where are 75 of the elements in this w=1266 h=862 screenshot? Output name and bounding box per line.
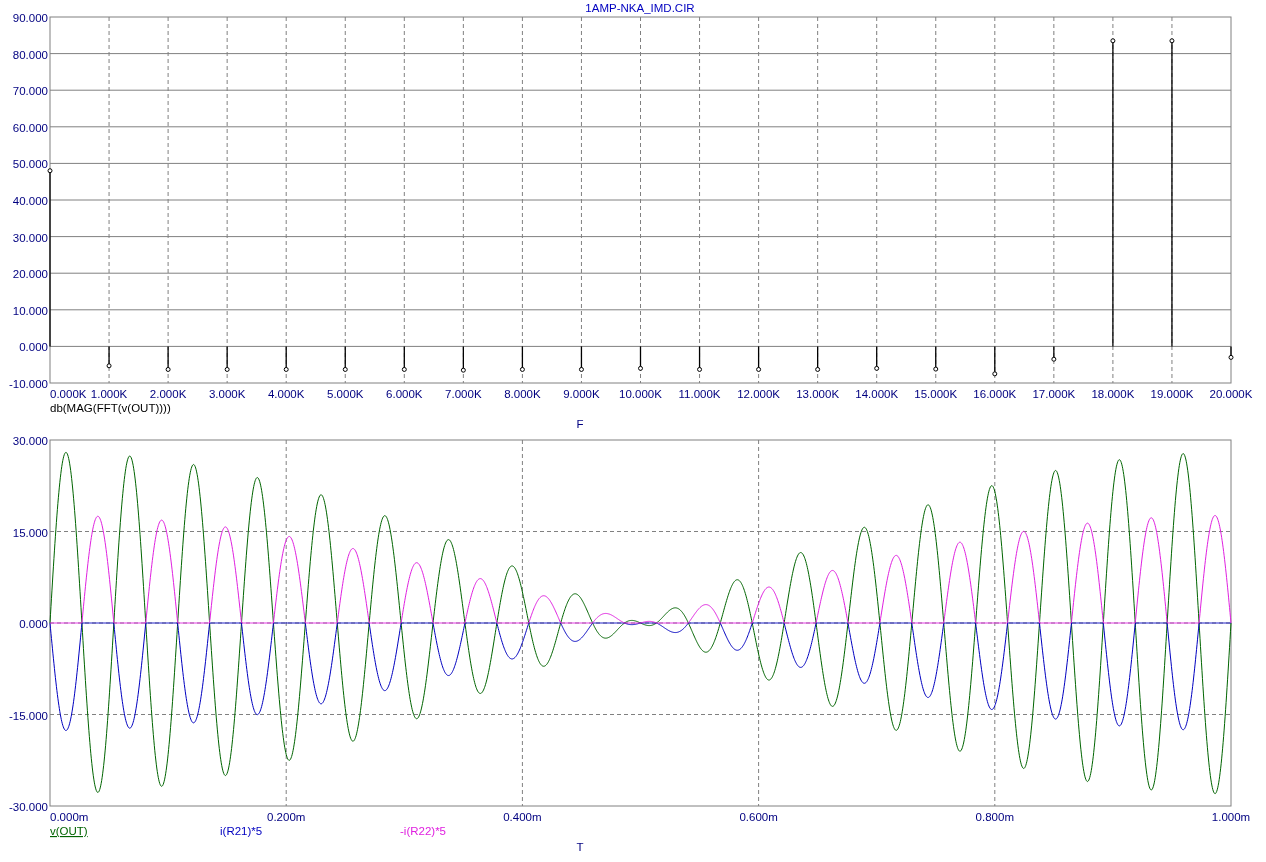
axis-tick-label: 0.600m [739,811,778,823]
axis-tick-label: 4.000K [267,388,305,400]
data-point [1228,354,1234,360]
axis-tick-label: -15.000 [9,709,48,722]
legend-label: -i(R22)*5 [400,825,446,837]
axis-tick-label: 11.000K [678,388,721,400]
axis-tick-label: 9.000K [563,388,600,400]
axis-tick-label: 70.000 [12,85,48,98]
data-point [933,366,939,372]
axis-tick-label: 20.000K [1209,388,1253,400]
axis-tick-label: 14.000K [855,388,899,400]
axis-tick-label: 2.000K [149,388,187,400]
axis-tick-label: 13.000K [796,388,840,400]
axis-tick-label: 19.000K [1150,388,1194,400]
axis-tick-label: 0.000K [50,388,87,400]
axis-tick-label: 16.000K [973,388,1017,400]
data-point [224,366,230,372]
data-point [992,371,998,377]
chart-title: 1AMP-NKA_IMD.CIR [585,2,695,14]
stem-line [462,345,464,371]
stem-line [876,345,878,369]
axis-tick-label: 60.000 [12,121,48,134]
data-point [874,365,880,371]
axis-tick-label: 40.000 [12,195,48,207]
data-point [106,363,112,369]
axis-tick-label: 6.000K [386,388,423,400]
axis-tick-label: 17.000K [1032,388,1076,400]
axis-tick-label: 18.000K [1091,388,1135,400]
axis-tick-label: 0.000 [19,618,48,630]
data-point [519,366,525,372]
axis-tick-label: 30.000 [12,435,48,447]
axis-tick-label: 8.000K [504,388,541,400]
axis-tick-label: 50.000 [12,158,48,171]
axis-tick-label: 0.200m [267,811,306,823]
axis-tick-label: 0.000 [19,341,48,354]
axis-tick-label: 30.000 [12,231,48,244]
data-point [165,366,171,372]
axis-title: T [576,841,584,853]
axis-tick-label: 15.000K [914,388,958,400]
data-point [578,366,584,372]
axis-tick-label: 15.000 [12,526,48,539]
data-point [815,366,821,372]
data-point [47,168,53,174]
data-point [697,366,703,372]
axis-tick-label: 0.400m [503,811,542,823]
data-point [1110,38,1116,44]
data-point [638,365,643,371]
legend-label: db(MAG(FFT(v(OUT)))) [50,402,171,414]
data-point [283,366,289,372]
axis-tick-label: 7.000K [445,388,482,400]
data-point [401,366,407,372]
data-point [1169,38,1175,44]
axis-tick-label: 10.000 [12,304,48,317]
axis-tick-label: -30.000 [9,801,48,813]
axis-tick-label: 12.000K [737,388,781,400]
axis-tick-label: 3.000K [208,388,246,400]
data-point [342,366,348,372]
data-point [756,366,762,372]
stem-line [639,345,642,369]
axis-tick-label: 1.000m [1211,811,1251,823]
axis-title: F [576,418,584,430]
axis-tick-label: 5.000K [327,388,364,400]
axis-tick-label: 10.000K [619,388,662,400]
legend-label: v(OUT) [50,825,88,837]
data-point [460,367,466,373]
axis-tick-label: 90.000 [12,12,48,24]
stem-line [1053,345,1055,360]
axis-tick-label: 80.000 [12,48,48,61]
axis-tick-label: 0.000m [50,811,89,823]
axis-tick-label: -10.000 [9,378,48,390]
axis-tick-label: 0.800m [975,811,1014,823]
axis-tick-label: 1.000K [90,388,128,400]
data-point [1051,356,1057,362]
axis-tick-label: 20.000 [12,268,48,281]
legend-label: i(R21)*5 [220,825,263,837]
